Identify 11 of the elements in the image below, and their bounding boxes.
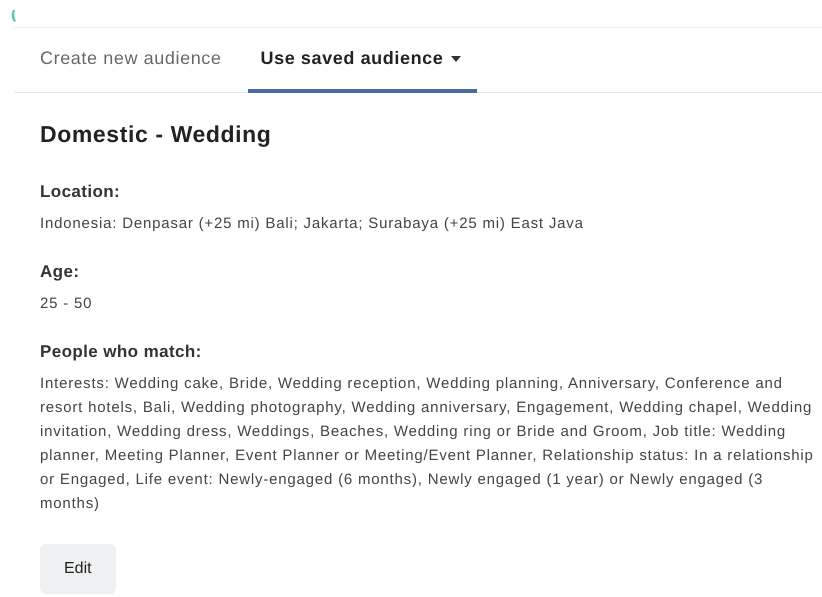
section-value: Indonesia: Denpasar (+25 mi) Bali; Jakarta; Surabaya (+25 mi) East Java: [40, 214, 585, 234]
section-label: People who match:: [40, 342, 203, 362]
edge-mark: [10, 10, 16, 22]
edit-button[interactable]: Edit: [40, 544, 116, 594]
section-value: Interests: Wedding cake, Bride, Wedding reception, Wedding planning, Anniversary, Conference and resort hotels, Bali, Wedding photography, Wedding anniversary, Engagement, Wedding chapel, Wedding invitation, Wedding dress, Weddings, Beaches, Wedding ring or Bride and Groom, Job title: Wedding planner, Meeting Planner, Event Planner or Meeting/Event Planner, Relationship status: In a relationship or Engaged, Life event: Newly-engaged (6 months), Newly engaged (1 year) or Newly engaged (3 months): [40, 374, 815, 514]
tab[interactable]: Create new audience: [14, 28, 248, 93]
section-value: 25 - 50: [40, 294, 94, 314]
section-label: Age:: [40, 262, 80, 282]
section-label: Location:: [40, 182, 122, 202]
tab[interactable]: Use saved audience: [248, 28, 478, 93]
audience-title: Domestic - Wedding: [40, 121, 272, 148]
